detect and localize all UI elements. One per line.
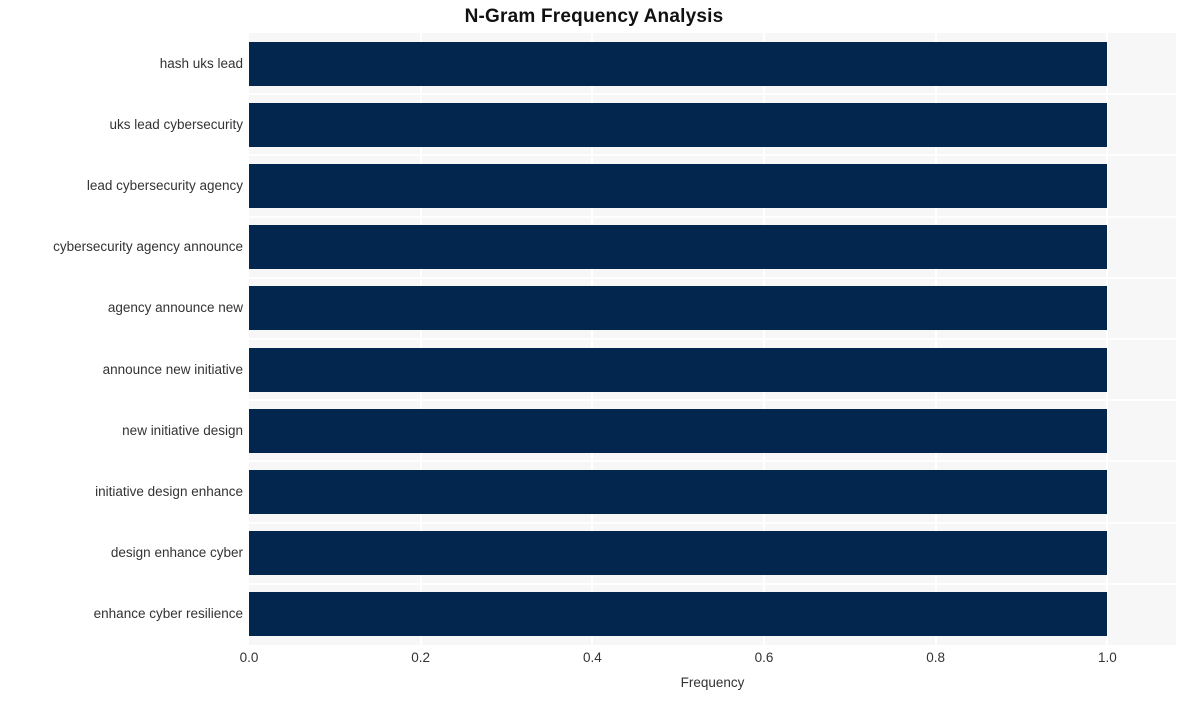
y-axis-tick-label: announce new initiative xyxy=(102,361,243,377)
x-axis-tick-labels: 0.0 0.2 0.4 0.6 0.8 1.0 xyxy=(0,650,1188,672)
y-axis-tick-label: new initiative design xyxy=(122,422,243,438)
x-axis-tick-label: 0.8 xyxy=(926,650,946,665)
y-axis-tick-label: lead cybersecurity agency xyxy=(86,178,243,193)
y-axis-tick-label: design enhance cyber xyxy=(110,545,243,561)
bar xyxy=(249,225,1108,270)
y-axis-tick-label: enhance cyber resilience xyxy=(93,606,243,622)
bar xyxy=(249,164,1108,208)
y-axis-tick-label: agency announce new xyxy=(107,300,243,316)
bar xyxy=(249,470,1108,514)
x-axis-tick-label: 0.6 xyxy=(754,650,774,665)
y-axis-tick-label: hash uks lead xyxy=(159,55,243,71)
bar xyxy=(249,408,1108,453)
y-axis-tick-label: uks lead cybersecurity xyxy=(109,116,243,132)
x-axis-tick-label: 0.0 xyxy=(239,650,259,665)
x-axis-tick-label: 1.0 xyxy=(1097,650,1117,665)
bar xyxy=(249,531,1108,576)
bar xyxy=(249,102,1108,147)
chart-figure: N-Gram Frequency Analysis hash uks lead u… xyxy=(0,0,1188,701)
bar xyxy=(249,347,1108,392)
x-axis-tick-label: 0.4 xyxy=(582,650,602,665)
bar xyxy=(249,286,1108,331)
chart-title: N-Gram Frequency Analysis xyxy=(464,6,724,27)
x-axis-title: Frequency xyxy=(680,675,745,690)
bar xyxy=(249,41,1108,86)
plot-area xyxy=(249,33,1176,645)
x-axis-tick-label: 0.2 xyxy=(411,650,431,665)
y-axis-tick-label: initiative design enhance xyxy=(95,484,243,499)
bar xyxy=(249,592,1108,637)
y-axis-tick-labels: hash uks lead uks lead cybersecurity lead … xyxy=(0,33,243,645)
y-axis-tick-label: cybersecurity agency announce xyxy=(53,239,243,255)
bar-series xyxy=(249,33,1176,645)
